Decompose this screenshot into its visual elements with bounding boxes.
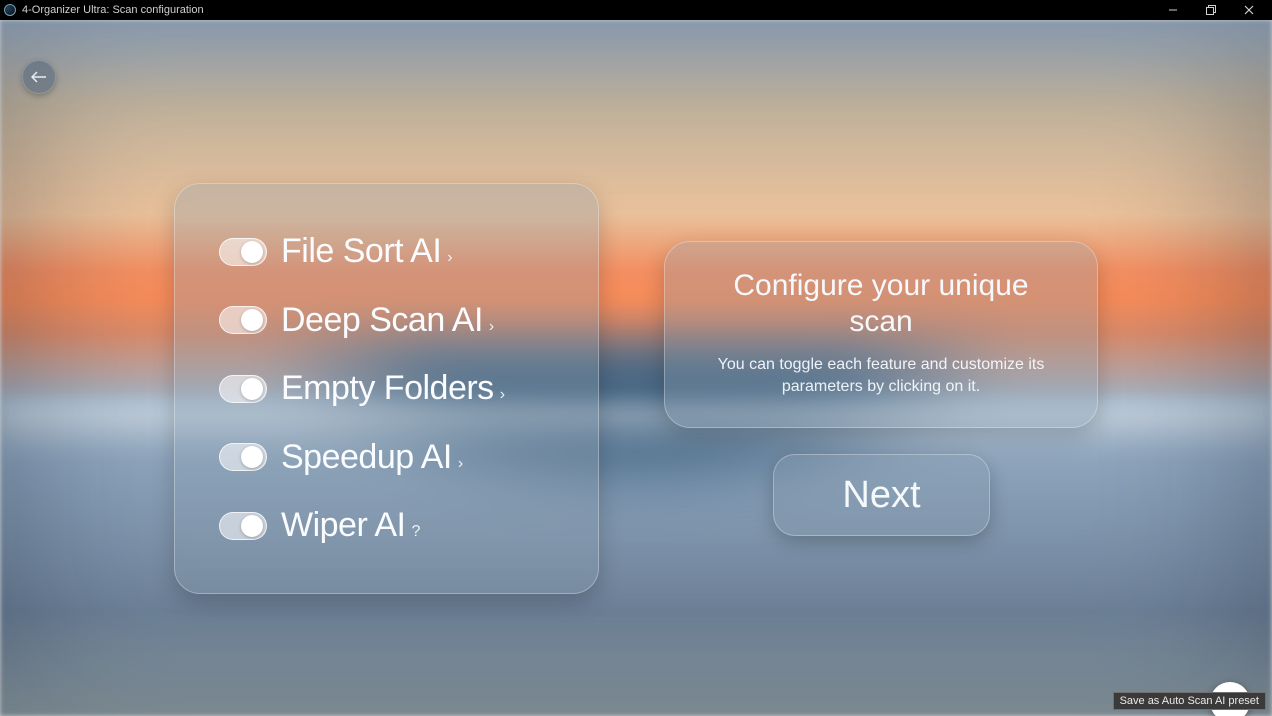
arrow-left-icon	[31, 71, 47, 83]
back-button[interactable]	[22, 60, 56, 94]
chevron-right-icon: ›	[489, 318, 494, 336]
features-card: File Sort AI › Deep Scan AI › Empty Fold…	[174, 183, 599, 594]
feature-row-wiper: Wiper AI ?	[219, 506, 554, 545]
toggle-wiper[interactable]	[219, 512, 267, 540]
chevron-right-icon: ›	[500, 386, 505, 404]
feature-row-deep-scan: Deep Scan AI ›	[219, 301, 554, 340]
feature-label-file-sort[interactable]: File Sort AI ›	[281, 232, 452, 271]
chevron-right-icon: ›	[458, 455, 463, 473]
chevron-right-icon: ›	[447, 249, 452, 267]
maximize-button[interactable]	[1192, 0, 1230, 20]
info-subtitle: You can toggle each feature and customiz…	[701, 354, 1061, 397]
titlebar: 4-Organizer Ultra: Scan configuration	[0, 0, 1272, 20]
window-title: 4-Organizer Ultra: Scan configuration	[22, 4, 204, 16]
feature-row-speedup: Speedup AI ›	[219, 438, 554, 477]
save-preset-tooltip: Save as Auto Scan AI preset	[1113, 692, 1266, 710]
toggle-deep-scan[interactable]	[219, 306, 267, 334]
toggle-empty-folders[interactable]	[219, 375, 267, 403]
minimize-button[interactable]	[1154, 0, 1192, 20]
next-button-label: Next	[842, 474, 920, 517]
app-icon	[4, 4, 16, 16]
feature-text: Empty Folders	[281, 369, 494, 408]
feature-label-speedup[interactable]: Speedup AI ›	[281, 438, 463, 477]
feature-label-empty-folders[interactable]: Empty Folders ›	[281, 369, 505, 408]
feature-text: Speedup AI	[281, 438, 452, 477]
feature-label-wiper[interactable]: Wiper AI ?	[281, 506, 420, 545]
feature-row-empty-folders: Empty Folders ›	[219, 369, 554, 408]
info-card: Configure your unique scan You can toggl…	[664, 241, 1098, 428]
feature-text: File Sort AI	[281, 232, 441, 271]
feature-label-deep-scan[interactable]: Deep Scan AI ›	[281, 301, 494, 340]
close-button[interactable]	[1230, 0, 1268, 20]
toggle-file-sort[interactable]	[219, 238, 267, 266]
background: File Sort AI › Deep Scan AI › Empty Fold…	[0, 20, 1272, 716]
toggle-speedup[interactable]	[219, 443, 267, 471]
feature-row-file-sort: File Sort AI ›	[219, 232, 554, 271]
feature-text: Wiper AI	[281, 506, 405, 545]
next-button[interactable]: Next	[773, 454, 990, 536]
help-icon: ?	[411, 523, 419, 541]
info-title: Configure your unique scan	[701, 268, 1061, 340]
feature-text: Deep Scan AI	[281, 301, 483, 340]
